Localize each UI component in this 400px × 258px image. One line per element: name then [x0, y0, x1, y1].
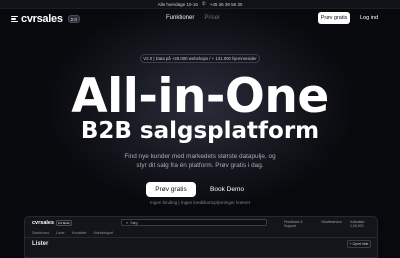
phone-icon: ✆: [201, 1, 206, 6]
version-badge: 2.0: [67, 15, 80, 23]
preview-header: cvrsales 2.0 Beta ⌕ Søg Feedback & Suppor…: [25, 217, 377, 229]
preview-search-value: Søg: [130, 220, 138, 225]
logo-icon: [11, 15, 18, 23]
app-preview-screenshot: cvrsales 2.0 Beta ⌕ Søg Feedback & Suppor…: [24, 216, 378, 258]
preview-tab-contacts: Kontakter: [71, 231, 87, 235]
book-demo-button[interactable]: Book Demo: [202, 182, 252, 197]
preview-page-title: Lister: [32, 241, 49, 247]
preview-link-feedback: Feedback & Support: [284, 220, 303, 228]
preview-link-account: Vikaftestnavn: [321, 220, 342, 224]
nav-item-pricing[interactable]: Priser: [204, 15, 220, 21]
hero-subtitle: B2B salgsplatform: [80, 118, 320, 144]
no-commitment-note: Ingen binding | Ingen kreditkortoplysnin…: [150, 200, 250, 205]
preview-search-input: ⌕ Søg: [121, 219, 267, 226]
preview-tabs: Dashboard Lister Kontakter Markedsgraf: [32, 231, 113, 235]
nav-menu: Funktioner Priser: [166, 15, 220, 21]
opening-hours: Alle hverdage 10-16: [157, 1, 198, 7]
preview-header-links: Feedback & Support Vikaftestnavn Indbakk…: [284, 220, 377, 228]
top-info-bar: Alle hverdage 10-16 ✆ +45 36 39 56 30: [0, 0, 400, 9]
phone-number[interactable]: +45 36 39 56 30: [210, 2, 243, 7]
try-free-button[interactable]: Prøv gratis: [146, 182, 196, 197]
preview-link-inbox: Indbakke: 1,00,000: [349, 220, 366, 228]
version-announcement-pill[interactable]: V2.0 | Data på +28.000 webshops / + 131.…: [140, 54, 260, 63]
preview-create-list-button: + Opret liste: [347, 240, 371, 248]
preview-logo-badge: 2.0 Beta: [56, 220, 72, 226]
hero-title: All-in-One: [71, 69, 329, 124]
main-navigation: cvrsales 2.0 Funktioner Priser Prøv grat…: [0, 9, 400, 29]
preview-tab-dashboard: Dashboard: [32, 231, 50, 235]
login-button[interactable]: Log ind: [352, 12, 386, 24]
preview-tab-market: Markedsgraf: [93, 231, 114, 235]
hero-description: Find nye kunder med markedets største da…: [124, 153, 276, 169]
preview-tab-lists: Lister: [56, 231, 65, 235]
preview-divider: [25, 237, 377, 238]
logo-text: cvrsales: [21, 13, 63, 25]
search-icon: ⌕: [126, 220, 129, 225]
preview-logo: cvrsales 2.0 Beta: [32, 220, 72, 226]
logo[interactable]: cvrsales 2.0: [11, 13, 80, 25]
try-free-nav-button[interactable]: Prøv gratis: [318, 12, 350, 24]
nav-item-features[interactable]: Funktioner: [166, 15, 194, 21]
